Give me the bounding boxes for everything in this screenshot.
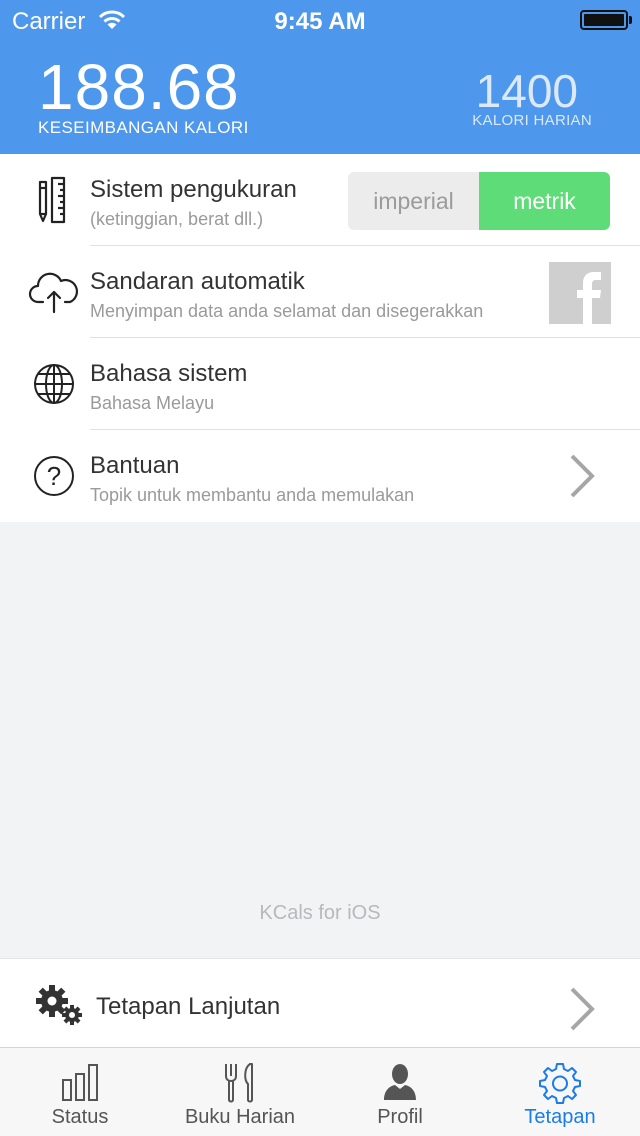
tab-profile[interactable]: Profil <box>320 1048 480 1136</box>
battery-icon <box>580 10 632 30</box>
settings-list: Sistem pengukuran (ketinggian, berat dll… <box>0 154 640 522</box>
system-language-title: Bahasa sistem <box>90 360 248 387</box>
metric-option[interactable]: metrik <box>479 172 610 230</box>
tab-settings[interactable]: Tetapan <box>480 1048 640 1136</box>
facebook-icon[interactable] <box>549 262 611 324</box>
help-row[interactable]: ? Bantuan Topik untuk membantu anda memu… <box>0 430 640 522</box>
app-version-note: KCals for iOS <box>259 902 381 924</box>
imperial-option[interactable]: imperial <box>348 172 479 230</box>
tab-settings-label: Tetapan <box>524 1106 596 1128</box>
tab-diary-label: Buku Harian <box>184 1106 296 1128</box>
system-language-value: Bahasa Melayu <box>90 393 215 413</box>
help-question-icon: ? <box>34 456 74 496</box>
advanced-settings-row[interactable]: Tetapan Lanjutan <box>0 958 640 1048</box>
tab-bar: Status Buku Harian Profil Tetapan <box>0 1047 640 1136</box>
status-bar: Carrier 9:45 AM <box>0 0 640 40</box>
gear-icon <box>539 1063 581 1104</box>
help-subtitle: Topik untuk membantu anda memulakan <box>90 485 415 505</box>
help-title: Bantuan <box>90 452 180 479</box>
pencil-ruler-icon <box>38 176 66 224</box>
calorie-balance-label: KESEIMBANGAN KALORI <box>38 118 249 137</box>
auto-backup-title: Sandaran automatik <box>90 268 305 295</box>
measurement-system-subtitle: (ketinggian, berat dll.) <box>90 209 264 229</box>
auto-backup-subtitle: Menyimpan data anda selamat dan disegera… <box>90 301 484 321</box>
unit-segmented-control[interactable]: imperial metrik <box>348 172 610 230</box>
daily-calorie-value[interactable]: 1400 <box>476 64 578 118</box>
tab-diary[interactable]: Buku Harian <box>160 1048 320 1136</box>
measurement-system-title: Sistem pengukuran <box>90 176 297 203</box>
auto-backup-row[interactable]: Sandaran automatik Menyimpan data anda s… <box>0 246 640 338</box>
bar-chart-icon <box>62 1064 98 1101</box>
header: Carrier 9:45 AM 188.68 KESEIMBANGAN KALO… <box>0 0 640 154</box>
chevron-right-icon <box>570 987 595 1031</box>
svg-text:?: ? <box>47 461 61 491</box>
calorie-balance-value: 188.68 <box>38 51 240 123</box>
cloud-upload-icon <box>28 272 79 314</box>
chevron-right-icon <box>570 454 595 498</box>
daily-calorie-label: KALORI HARIAN <box>472 112 592 129</box>
measurement-system-row: Sistem pengukuran (ketinggian, berat dll… <box>0 154 640 246</box>
gears-icon <box>36 985 82 1025</box>
person-icon <box>384 1064 416 1100</box>
fork-knife-icon <box>225 1063 253 1103</box>
tab-profile-label: Profil <box>377 1106 423 1128</box>
tab-status-label: Status <box>51 1106 109 1128</box>
status-time: 9:45 AM <box>274 8 366 35</box>
globe-icon <box>34 364 74 404</box>
advanced-settings-title: Tetapan Lanjutan <box>96 993 281 1020</box>
tab-status[interactable]: Status <box>0 1048 160 1136</box>
system-language-row[interactable]: Bahasa sistem Bahasa Melayu <box>0 338 640 430</box>
